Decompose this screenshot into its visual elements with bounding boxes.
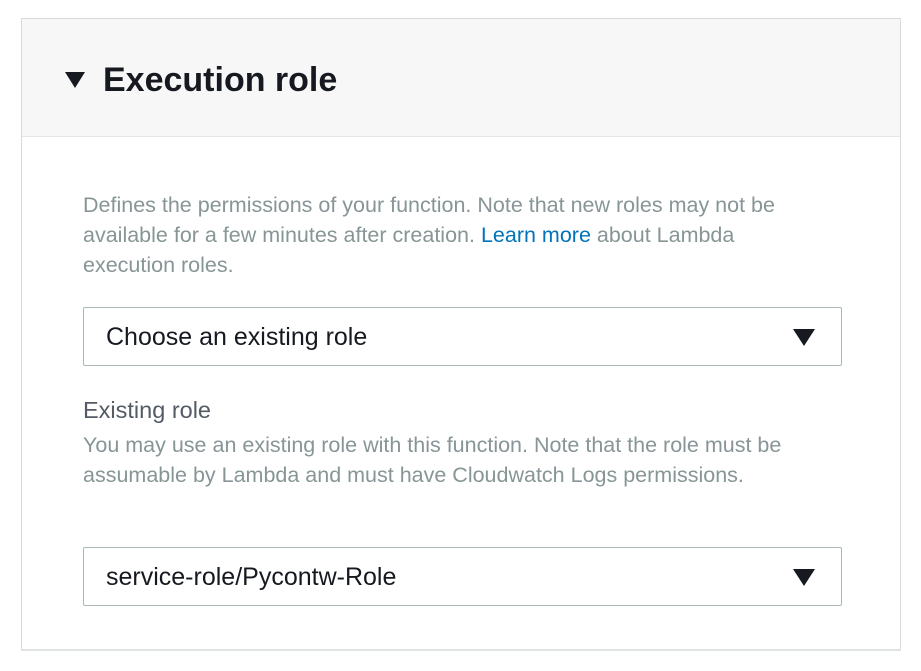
existing-role-select[interactable]: service-role/Pycontw-Role — [83, 547, 842, 606]
learn-more-link[interactable]: Learn more — [481, 223, 591, 247]
caret-down-icon — [793, 329, 815, 346]
role-type-selected-value: Choose an existing role — [106, 323, 368, 351]
role-type-select[interactable]: Choose an existing role — [83, 307, 842, 366]
existing-role-description: You may use an existing role with this f… — [83, 433, 782, 487]
existing-role-selected-value: service-role/Pycontw-Role — [106, 563, 397, 591]
panel-body: Defines the permissions of your function… — [22, 137, 900, 651]
role-description: Defines the permissions of your function… — [83, 190, 823, 280]
caret-down-icon[interactable] — [65, 70, 85, 90]
caret-down-icon — [793, 569, 815, 586]
existing-role-label: Existing role — [83, 397, 211, 423]
panel-header[interactable]: Execution role — [22, 19, 900, 137]
panel-bottom-divider — [21, 649, 901, 651]
execution-role-panel: Execution role Defines the permissions o… — [21, 18, 901, 650]
section-title: Execution role — [103, 61, 338, 99]
